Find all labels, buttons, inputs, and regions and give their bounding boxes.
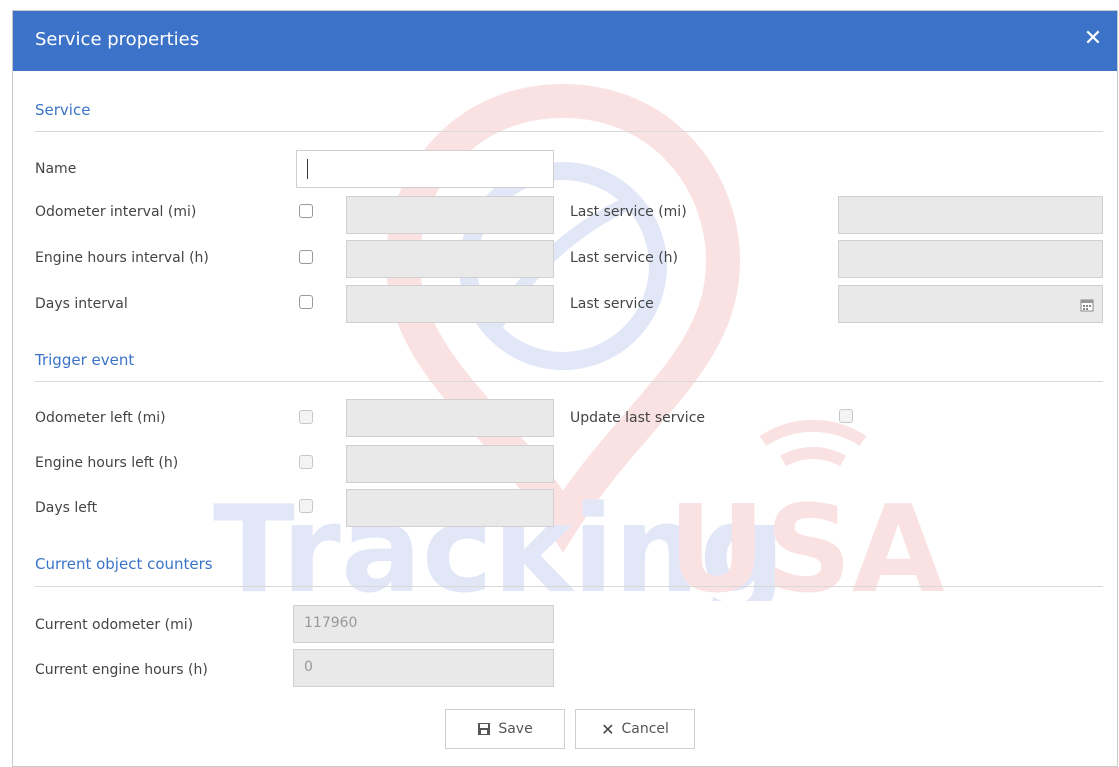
x-icon: ✕ bbox=[601, 719, 615, 739]
name-input[interactable] bbox=[296, 150, 554, 188]
days-left-input[interactable] bbox=[346, 489, 554, 527]
last-service-mi-label: Last service (mi) bbox=[570, 204, 687, 220]
odometer-interval-checkbox[interactable] bbox=[299, 204, 313, 218]
current-engine-hours-input: 0 bbox=[293, 649, 554, 687]
section-divider bbox=[35, 586, 1103, 587]
days-interval-checkbox[interactable] bbox=[299, 295, 313, 309]
current-engine-hours-label: Current engine hours (h) bbox=[35, 662, 208, 678]
close-icon[interactable]: ✕ bbox=[1081, 25, 1105, 53]
engine-hours-left-checkbox[interactable] bbox=[299, 455, 313, 469]
last-service-h-label: Last service (h) bbox=[570, 250, 679, 266]
engine-hours-left-label: Engine hours left (h) bbox=[35, 455, 179, 471]
text-caret bbox=[307, 159, 308, 179]
floppy-disk-icon bbox=[478, 723, 491, 735]
dialog-title: Service properties bbox=[35, 29, 200, 50]
cancel-button[interactable]: ✕ Cancel bbox=[575, 709, 695, 749]
section-divider bbox=[35, 381, 1103, 382]
calendar-icon[interactable] bbox=[1080, 298, 1094, 312]
name-label: Name bbox=[35, 161, 77, 177]
signal-waves bbox=[759, 419, 867, 467]
odometer-left-input[interactable] bbox=[346, 399, 554, 437]
watermark-text-usa: USA bbox=[668, 481, 945, 601]
last-service-mi-input[interactable] bbox=[838, 196, 1103, 234]
section-trigger-heading: Trigger event bbox=[35, 351, 135, 369]
last-service-date-input[interactable] bbox=[838, 285, 1103, 323]
engine-hours-interval-input[interactable] bbox=[346, 240, 554, 278]
odometer-left-label: Odometer left (mi) bbox=[35, 410, 166, 426]
engine-hours-left-input[interactable] bbox=[346, 445, 554, 483]
engine-hours-interval-checkbox[interactable] bbox=[299, 250, 313, 264]
update-last-service-checkbox[interactable] bbox=[839, 409, 853, 423]
section-counters-heading: Current object counters bbox=[35, 555, 213, 573]
days-left-checkbox[interactable] bbox=[299, 499, 313, 513]
update-last-service-label: Update last service bbox=[570, 410, 706, 426]
save-button[interactable]: Save bbox=[445, 709, 565, 749]
section-divider bbox=[35, 131, 1103, 132]
engine-hours-interval-label: Engine hours interval (h) bbox=[35, 250, 209, 266]
days-interval-label: Days interval bbox=[35, 296, 128, 312]
current-odometer-label: Current odometer (mi) bbox=[35, 617, 194, 633]
save-button-label: Save bbox=[498, 721, 533, 737]
days-left-label: Days left bbox=[35, 500, 98, 516]
section-service-heading: Service bbox=[35, 101, 91, 119]
dialog-titlebar: Service properties ✕ bbox=[13, 11, 1117, 71]
odometer-interval-input[interactable] bbox=[346, 196, 554, 234]
days-interval-input[interactable] bbox=[346, 285, 554, 323]
odometer-interval-label: Odometer interval (mi) bbox=[35, 204, 197, 220]
last-service-label: Last service bbox=[570, 296, 654, 312]
tracking-usa-watermark: Tracking USA bbox=[213, 83, 945, 601]
current-odometer-input: 117960 bbox=[293, 605, 554, 643]
last-service-h-input[interactable] bbox=[838, 240, 1103, 278]
cancel-button-label: Cancel bbox=[621, 721, 669, 737]
service-properties-dialog: Tracking USA Service properties ✕ Servic… bbox=[12, 10, 1118, 767]
odometer-left-checkbox[interactable] bbox=[299, 410, 313, 424]
